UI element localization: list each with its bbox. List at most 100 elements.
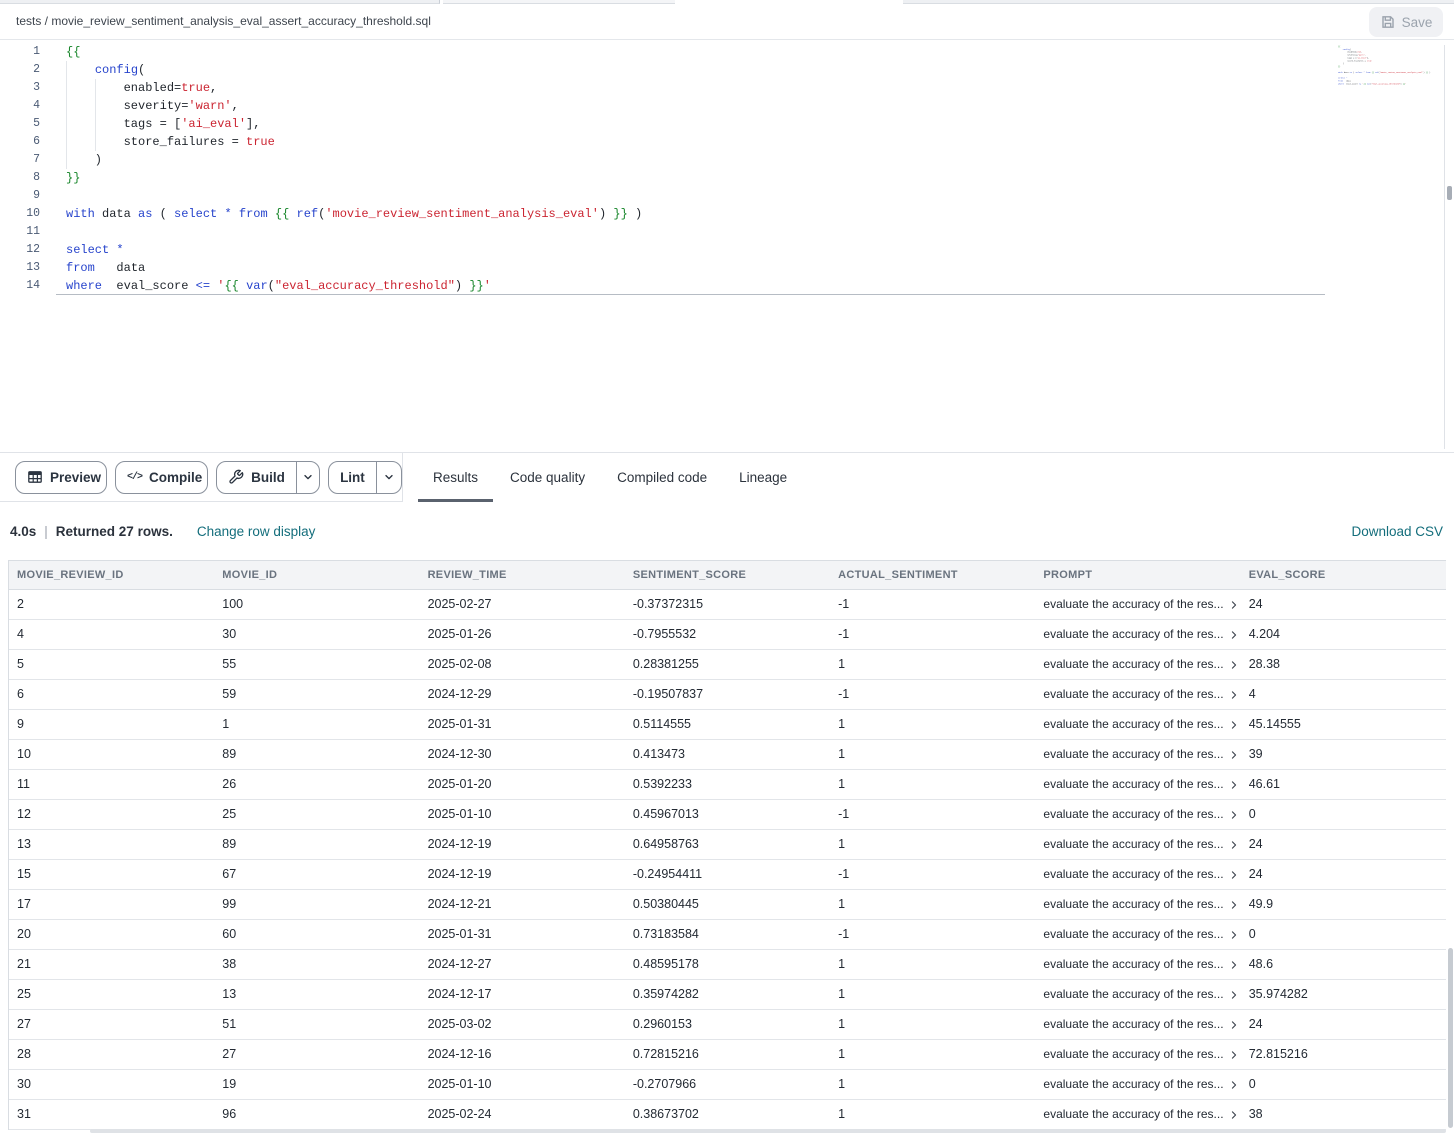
table-cell: 13 <box>214 980 419 1009</box>
prompt-expand-chevron-icon[interactable] <box>1229 630 1239 640</box>
prompt-expand-chevron-icon[interactable] <box>1229 1080 1239 1090</box>
table-cell: 1 <box>830 1040 1035 1069</box>
table-horizontal-scrollbar[interactable] <box>90 1129 1446 1133</box>
code-line: 3 enabled=true, <box>0 79 642 97</box>
compile-button[interactable]: </> Compile <box>115 461 208 494</box>
editor-scrollbar[interactable] <box>1447 186 1452 200</box>
code-editor[interactable]: 1{{2 config(3 enabled=true,4 severity='w… <box>0 40 1454 453</box>
prompt-expand-chevron-icon[interactable] <box>1229 870 1239 880</box>
prompt-expand-chevron-icon[interactable] <box>1229 990 1239 1000</box>
prompt-cell: evaluate the accuracy of the res... <box>1035 950 1240 979</box>
line-number: 6 <box>0 133 40 151</box>
code-icon: </> <box>127 472 142 483</box>
table-cell: 0 <box>1241 920 1446 949</box>
table-cell: 89 <box>214 830 419 859</box>
table-cell: 72.815216 <box>1241 1040 1446 1069</box>
table-cell: 1 <box>830 710 1035 739</box>
prompt-expand-chevron-icon[interactable] <box>1229 1110 1239 1120</box>
column-header-sentiment-score: SENTIMENT_SCORE <box>625 561 830 589</box>
save-button[interactable]: Save <box>1369 7 1443 37</box>
prompt-expand-chevron-icon[interactable] <box>1229 960 1239 970</box>
tab-code-quality[interactable]: Code quality <box>495 453 600 502</box>
editor-minimap[interactable]: {{ config( enabled=true, severity='warn'… <box>1334 45 1445 449</box>
line-number: 11 <box>0 223 40 241</box>
table-cell: 67 <box>214 860 419 889</box>
lint-dropdown-button[interactable] <box>376 462 401 493</box>
table-row: 13892024-12-190.649587631evaluate the ac… <box>9 830 1446 860</box>
table-cell: 2024-12-19 <box>420 830 625 859</box>
tab-compiled-code[interactable]: Compiled code <box>602 453 722 502</box>
table-cell: 31 <box>9 1100 214 1129</box>
prompt-expand-chevron-icon[interactable] <box>1229 690 1239 700</box>
prompt-expand-chevron-icon[interactable] <box>1229 780 1239 790</box>
tab-lineage[interactable]: Lineage <box>724 453 802 502</box>
prompt-expand-chevron-icon[interactable] <box>1229 750 1239 760</box>
table-cell: 0.48595178 <box>625 950 830 979</box>
table-cell: 1 <box>830 1070 1035 1099</box>
prompt-cell: evaluate the accuracy of the res... <box>1035 620 1240 649</box>
table-cell: 0.38673702 <box>625 1100 830 1129</box>
tab-results[interactable]: Results <box>418 453 493 502</box>
download-csv-link[interactable]: Download CSV <box>1351 524 1443 539</box>
table-cell: 24 <box>1241 860 1446 889</box>
table-cell: 5 <box>9 650 214 679</box>
prompt-expand-chevron-icon[interactable] <box>1229 600 1239 610</box>
table-cell: 1 <box>830 890 1035 919</box>
build-dropdown-button[interactable] <box>296 462 319 493</box>
line-number: 9 <box>0 187 40 205</box>
prompt-expand-chevron-icon[interactable] <box>1229 1020 1239 1030</box>
minimap-line: with data as ( select * from {{ ref('mov… <box>1334 71 1443 74</box>
prompt-expand-chevron-icon[interactable] <box>1229 810 1239 820</box>
table-cell: 49.9 <box>1241 890 1446 919</box>
table-cell: 1 <box>830 830 1035 859</box>
table-cell: 38 <box>214 950 419 979</box>
line-number: 13 <box>0 259 40 277</box>
build-button-label: Build <box>251 470 285 485</box>
table-cell: 0.5392233 <box>625 770 830 799</box>
minimap-content: {{ config( enabled=true, severity='warn'… <box>1334 45 1443 85</box>
prompt-expand-chevron-icon[interactable] <box>1229 930 1239 940</box>
column-header-movie-id: MOVIE_ID <box>214 561 419 589</box>
preview-button[interactable]: Preview <box>15 461 107 494</box>
prompt-text: evaluate the accuracy of the res... <box>1043 860 1223 889</box>
table-cell: -0.19507837 <box>625 680 830 709</box>
table-row: 25132024-12-170.359742821evaluate the ac… <box>9 980 1446 1010</box>
table-cell: 0.35974282 <box>625 980 830 1009</box>
query-time: 4.0s <box>10 524 36 539</box>
prompt-expand-chevron-icon[interactable] <box>1229 720 1239 730</box>
table-cell: 2024-12-21 <box>420 890 625 919</box>
change-row-display-link[interactable]: Change row display <box>197 524 316 539</box>
table-cell: 27 <box>9 1010 214 1039</box>
table-cell: 4 <box>1241 680 1446 709</box>
table-vertical-scrollbar[interactable] <box>1448 948 1453 1128</box>
prompt-expand-chevron-icon[interactable] <box>1229 660 1239 670</box>
table-cell: 24 <box>1241 1010 1446 1039</box>
table-cell: -0.24954411 <box>625 860 830 889</box>
table-cell: 2025-01-10 <box>420 800 625 829</box>
table-cell: 0.45967013 <box>625 800 830 829</box>
prompt-text: evaluate the accuracy of the res... <box>1043 890 1223 919</box>
code-line: 14where eval_score <= '{{ var("eval_accu… <box>0 277 642 295</box>
table-cell: 59 <box>214 680 419 709</box>
line-number: 4 <box>0 97 40 115</box>
table-cell: 2025-02-24 <box>420 1100 625 1129</box>
prompt-cell: evaluate the accuracy of the res... <box>1035 770 1240 799</box>
column-header-eval-score: EVAL_SCORE <box>1241 561 1446 589</box>
prompt-expand-chevron-icon[interactable] <box>1229 1050 1239 1060</box>
line-number: 12 <box>0 241 40 259</box>
table-cell: 28 <box>9 1040 214 1069</box>
table-cell: 100 <box>214 590 419 619</box>
prompt-expand-chevron-icon[interactable] <box>1229 840 1239 850</box>
prompt-expand-chevron-icon[interactable] <box>1229 900 1239 910</box>
table-cell: 28.38 <box>1241 650 1446 679</box>
table-cell: -0.37372315 <box>625 590 830 619</box>
table-cell: 2025-02-08 <box>420 650 625 679</box>
table-cell: 26 <box>214 770 419 799</box>
lint-button[interactable]: Lint <box>328 461 402 494</box>
prompt-cell: evaluate the accuracy of the res... <box>1035 890 1240 919</box>
toolbar-buttons: Preview </> Compile Build <box>0 453 403 502</box>
table-cell: 10 <box>9 740 214 769</box>
table-cell: 30 <box>9 1070 214 1099</box>
build-button[interactable]: Build <box>216 461 320 494</box>
table-cell: 45.14555 <box>1241 710 1446 739</box>
